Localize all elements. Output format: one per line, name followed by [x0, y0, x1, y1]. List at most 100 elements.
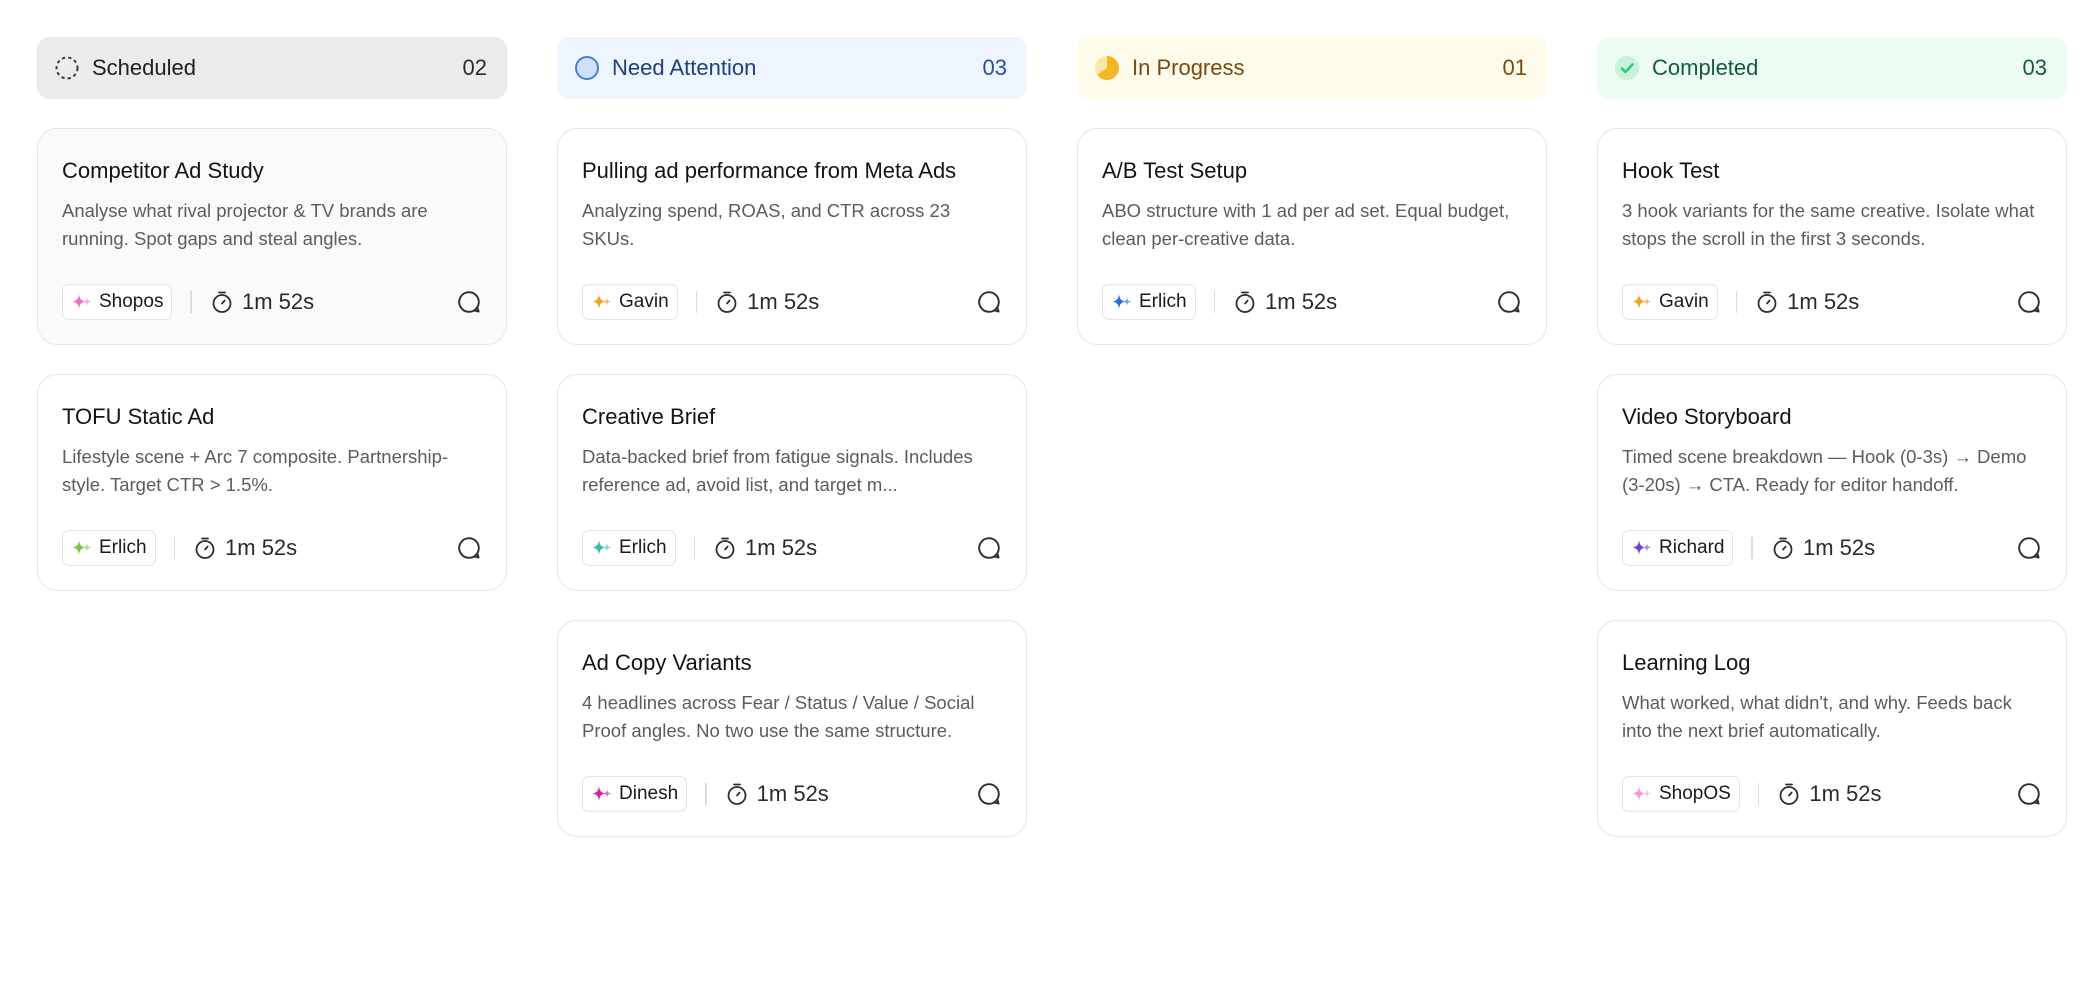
sparkle-icon: [71, 537, 93, 559]
timer: 1m 52s: [1771, 535, 1875, 561]
agent-chip[interactable]: Gavin: [582, 284, 678, 320]
comment-icon[interactable]: [456, 535, 482, 561]
column-title: Scheduled: [92, 55, 196, 80]
divider: [1751, 537, 1753, 559]
timer: 1m 52s: [193, 535, 297, 561]
timer: 1m 52s: [210, 289, 314, 315]
sparkle-icon: [1111, 291, 1133, 313]
agent-name: Shopos: [99, 291, 164, 312]
task-card[interactable]: Hook Test 3 hook variants for the same cr…: [1597, 128, 2067, 345]
comment-icon[interactable]: [1496, 289, 1522, 315]
agent-chip[interactable]: Erlich: [1102, 284, 1196, 320]
task-card[interactable]: TOFU Static Ad Lifestyle scene + Arc 7 co…: [37, 374, 507, 591]
card-title: Hook Test: [1622, 158, 1720, 183]
card-title: Competitor Ad Study: [62, 158, 264, 183]
card-footer: Erlich 1m 52s: [62, 530, 482, 566]
comment-icon[interactable]: [2016, 535, 2042, 561]
column-header[interactable]: Scheduled 02: [37, 37, 507, 99]
agent-chip[interactable]: Gavin: [1622, 284, 1718, 320]
column-header[interactable]: Need Attention 03: [557, 37, 1027, 99]
divider: [1213, 291, 1216, 313]
stopwatch-icon: [715, 290, 739, 314]
divider: [190, 291, 192, 313]
card-description: Lifestyle scene + Arc 7 composite. Partn…: [62, 446, 449, 495]
comment-icon[interactable]: [976, 289, 1002, 315]
elapsed-time: 1m 52s: [1802, 535, 1876, 560]
kanban-board: Scheduled 02 Competitor Ad Study Analyse wh…: [37, 37, 2067, 866]
sparkle-icon: [1631, 783, 1653, 805]
card-footer: ShopOS 1m 52s: [1622, 776, 2042, 812]
card-footer: Gavin 1m 52s: [582, 284, 1002, 320]
column-title: Completed: [1652, 55, 1759, 80]
agent-chip[interactable]: Shopos: [62, 284, 173, 320]
card-description: ABO structure with 1 ad per ad set. Equa…: [1102, 200, 1510, 249]
task-card[interactable]: Video Storyboard Timed scene breakdown — …: [1597, 374, 2067, 591]
column-title: Need Attention: [612, 55, 757, 80]
card-description: 3 hook variants for the same creative. I…: [1622, 200, 2035, 249]
agent-chip[interactable]: Erlich: [62, 530, 156, 566]
check-circle-icon: [1614, 55, 1640, 81]
card-description: Analyse what rival projector & TV brands…: [62, 200, 428, 249]
task-card[interactable]: Ad Copy Variants 4 headlines across Fear …: [557, 620, 1027, 837]
pie-progress-icon: [1094, 55, 1120, 81]
sparkle-icon: [591, 783, 613, 805]
column-in-progress: In Progress 01 A/B Test Setup ABO structure…: [1077, 37, 1547, 866]
divider: [1757, 783, 1760, 805]
card-title: TOFU Static Ad: [62, 404, 215, 429]
stopwatch-icon: [210, 290, 234, 314]
card-description: Analyzing spend, ROAS, and CTR across 23…: [582, 200, 951, 249]
timer: 1m 52s: [715, 289, 819, 315]
agent-chip[interactable]: Dinesh: [582, 776, 688, 812]
elapsed-time: 1m 52s: [1809, 781, 1882, 806]
task-card[interactable]: Competitor Ad Study Analyse what rival pr…: [37, 128, 507, 345]
timer: 1m 52s: [1777, 781, 1881, 807]
task-card[interactable]: Pulling ad performance from Meta Ads Anal…: [557, 128, 1027, 345]
elapsed-time: 1m 52s: [1265, 289, 1338, 314]
stopwatch-icon: [725, 782, 749, 806]
card-footer: Erlich 1m 52s: [582, 530, 1002, 566]
comment-icon[interactable]: [2016, 781, 2042, 807]
sparkle-icon: [71, 291, 93, 313]
column-need-attention: Need Attention 03 Pulling ad performance f…: [557, 37, 1027, 866]
sparkle-icon: [591, 291, 613, 313]
dashed-circle-icon: [54, 55, 80, 81]
elapsed-time: 1m 52s: [745, 535, 818, 560]
timer: 1m 52s: [1755, 289, 1859, 315]
stopwatch-icon: [1755, 290, 1779, 314]
task-card[interactable]: A/B Test Setup ABO structure with 1 ad pe…: [1077, 128, 1547, 345]
timer: 1m 52s: [713, 535, 817, 561]
comment-icon[interactable]: [456, 289, 482, 315]
task-card[interactable]: Learning Log What worked, what didn't, an…: [1597, 620, 2067, 837]
card-description: What worked, what didn't, and why. Feeds…: [1622, 692, 2012, 741]
stopwatch-icon: [1777, 782, 1801, 806]
task-card[interactable]: Creative Brief Data-backed brief from fat…: [557, 374, 1027, 591]
elapsed-time: 1m 52s: [747, 289, 820, 314]
comment-icon[interactable]: [2016, 289, 2042, 315]
agent-chip[interactable]: Erlich: [582, 530, 676, 566]
column-count: 03: [2022, 55, 2047, 80]
agent-name: ShopOS: [1659, 783, 1731, 804]
elapsed-time: 1m 52s: [241, 289, 315, 314]
agent-name: Dinesh: [619, 783, 679, 804]
sparkle-icon: [1631, 291, 1653, 313]
column-count: 02: [462, 55, 487, 80]
card-title: Video Storyboard: [1622, 404, 1792, 429]
column-completed: Completed 03 Hook Test 3 hook variants for …: [1597, 37, 2067, 866]
column-count: 01: [1502, 55, 1527, 80]
card-title: Creative Brief: [582, 404, 716, 429]
agent-name: Erlich: [619, 537, 667, 558]
stopwatch-icon: [713, 536, 737, 560]
elapsed-time: 1m 52s: [1787, 289, 1860, 314]
column-header[interactable]: Completed 03: [1597, 37, 2067, 99]
sparkle-icon: [1631, 537, 1653, 559]
comment-icon[interactable]: [976, 781, 1002, 807]
sparkle-icon: [591, 537, 613, 559]
card-description: Data-backed brief from fatigue signals. …: [582, 446, 973, 495]
stopwatch-icon: [1771, 536, 1795, 560]
agent-chip[interactable]: ShopOS: [1622, 776, 1740, 812]
card-title: Learning Log: [1622, 650, 1751, 675]
stopwatch-icon: [1233, 290, 1257, 314]
comment-icon[interactable]: [976, 535, 1002, 561]
agent-chip[interactable]: Richard: [1622, 530, 1734, 566]
column-header[interactable]: In Progress 01: [1077, 37, 1547, 99]
